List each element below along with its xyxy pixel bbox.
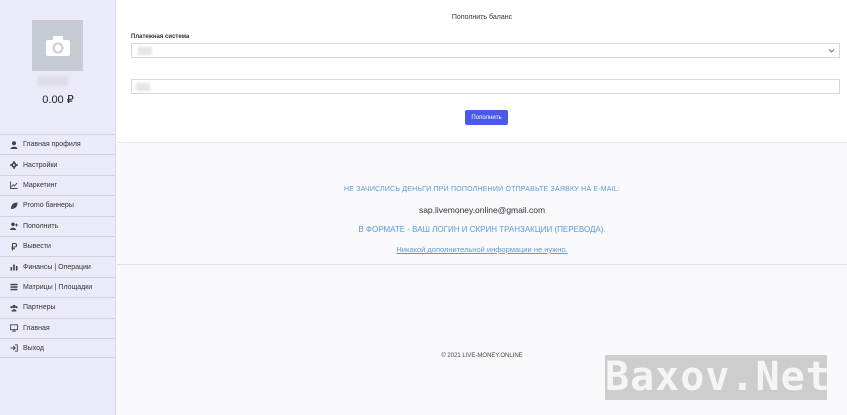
sidebar-item-matrices[interactable]: Матрицы | Площадки	[0, 276, 115, 298]
sidebar-item-label: Настройки	[23, 161, 58, 169]
bar-chart-icon	[10, 263, 18, 271]
sidebar-item-label: Promo баннеры	[23, 202, 74, 210]
amount-input[interactable]	[131, 79, 840, 94]
watermark-logo: Baxov.Net	[605, 354, 831, 400]
notice-format: В ФОРМАТЕ - ВАШ ЛОГИН И СКРИН ТРАНЗАКЦИИ…	[358, 225, 606, 234]
deposit-button[interactable]: Пополнить	[465, 110, 508, 125]
sidebar-item-profile[interactable]: Главная профиля	[0, 134, 115, 155]
balance-value: 0.00 ₽	[42, 94, 74, 106]
username-redacted	[38, 76, 68, 86]
main-content: Пополнить баланс Платежная система Попол…	[117, 0, 847, 415]
deposit-form: Пополнить баланс Платежная система Попол…	[117, 0, 847, 143]
notice-panel: НЕ ЗАЧИСЛИСЬ ДЕНЬГИ ПРИ ПОПОЛНЕНИИ ОТПРА…	[117, 143, 847, 265]
sidebar-item-promo-banners[interactable]: Promo баннеры	[0, 195, 115, 216]
chevron-down-icon	[828, 49, 835, 53]
sidebar-item-deposit[interactable]: Пополнить	[0, 215, 115, 236]
sidebar: 0.00 ₽ Главная профиля Настройки Маркети…	[0, 0, 116, 415]
sidebar-item-finance[interactable]: Финансы | Операции	[0, 256, 115, 277]
desktop-icon	[10, 324, 18, 332]
sidebar-item-home[interactable]: Главная	[0, 317, 115, 338]
sidebar-item-partners[interactable]: Партнеры	[0, 297, 115, 318]
notice-heading: НЕ ЗАЧИСЛИСЬ ДЕНЬГИ ПРИ ПОПОЛНЕНИИ ОТПРА…	[343, 186, 621, 193]
list-icon	[10, 283, 18, 291]
sidebar-item-label: Финансы | Операции	[23, 263, 91, 271]
avatar[interactable]	[32, 20, 83, 71]
gear-icon	[10, 161, 18, 170]
line-chart-icon	[10, 181, 18, 190]
input-value-redacted	[136, 83, 150, 91]
sidebar-item-label: Выход	[23, 344, 44, 352]
payment-system-select[interactable]	[131, 43, 840, 58]
sidebar-item-label: Главная	[23, 324, 50, 332]
user-icon	[10, 140, 18, 149]
users-icon	[10, 304, 18, 312]
sidebar-item-label: Партнеры	[23, 304, 56, 312]
page-title: Пополнить баланс	[451, 14, 513, 21]
sidebar-item-label: Пополнить	[23, 222, 59, 230]
sidebar-item-label: Главная профиля	[23, 141, 81, 149]
camera-icon	[45, 35, 70, 56]
sidebar-item-label: Вывести	[23, 243, 51, 251]
sign-out-icon	[10, 344, 18, 352]
user-plus-icon	[10, 222, 18, 231]
notice-link[interactable]: Никакой дополнительной информации не нуж…	[117, 245, 847, 254]
sidebar-item-logout[interactable]: Выход	[0, 337, 115, 359]
selected-value-redacted	[138, 47, 152, 55]
ruble-icon	[10, 242, 18, 251]
sidebar-menu: Главная профиля Настройки Маркетинг Prom…	[0, 134, 115, 359]
sidebar-item-label: Матрицы | Площадки	[23, 283, 93, 291]
payment-system-label: Платежная система	[131, 34, 190, 40]
sidebar-item-marketing[interactable]: Маркетинг	[0, 174, 115, 196]
support-email: sap.livemoney.online@gmail.com	[418, 205, 546, 215]
sidebar-item-label: Маркетинг	[23, 181, 58, 189]
sidebar-item-settings[interactable]: Настройки	[0, 154, 115, 175]
leaf-icon	[10, 202, 18, 210]
sidebar-item-withdraw[interactable]: Вывести	[0, 235, 115, 257]
